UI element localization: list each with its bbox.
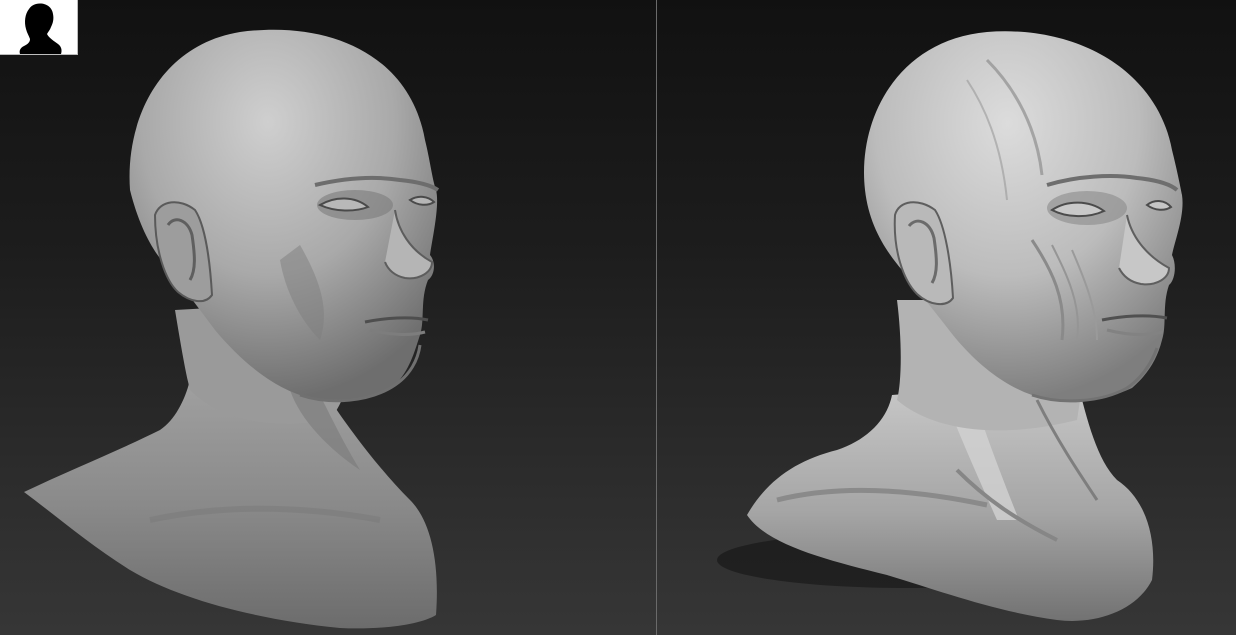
head-sculpt-smooth <box>24 29 440 629</box>
sculpt-viewport-left[interactable] <box>0 0 656 635</box>
preview-thumbnail[interactable] <box>0 0 78 55</box>
head-sculpt-anatomy <box>717 31 1183 621</box>
zbrush-canvas <box>0 0 1236 635</box>
sculpt-viewport-right[interactable] <box>657 0 1236 635</box>
bust <box>24 380 437 629</box>
head-silhouette-icon <box>19 3 62 54</box>
